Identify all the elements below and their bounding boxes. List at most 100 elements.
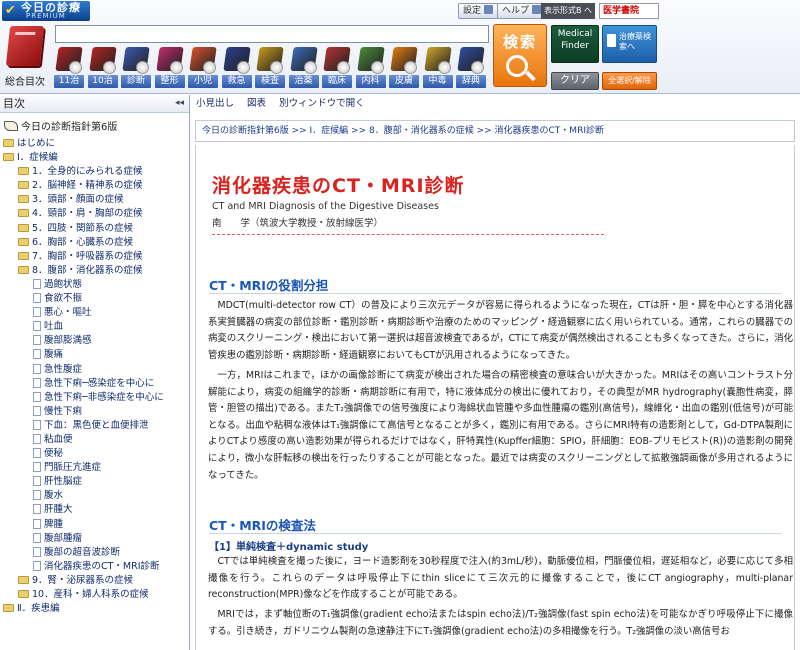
book-toggle[interactable]: 10治	[87, 47, 119, 89]
toc-folder[interactable]: 6．胸部・心臓系の症候	[0, 236, 189, 250]
book-toggle[interactable]: 11治	[54, 47, 85, 89]
toc-folder[interactable]: 1．全身的にみられる症候	[0, 165, 189, 179]
folder-icon	[3, 139, 14, 147]
search-button[interactable]: 検索	[493, 24, 547, 87]
toc-folder[interactable]: 10．産科・婦人科系の症候	[0, 588, 189, 602]
app-logo[interactable]: ✔ 今日の診療 PREMIUM	[2, 1, 90, 21]
toc-item-label: 肝腫大	[44, 504, 73, 516]
toc-folder[interactable]: Ⅰ．症候編	[0, 151, 189, 165]
logo-icon: ✔	[5, 3, 16, 18]
checkbox-icon	[437, 61, 451, 74]
toc-page[interactable]: 消化器疾患のCT・MRI診断	[0, 560, 189, 574]
toc-folder[interactable]: Ⅱ．疾患編	[0, 602, 189, 616]
checkbox-icon	[102, 61, 116, 74]
folder-icon	[18, 181, 29, 190]
checkbox-icon	[370, 61, 384, 74]
toc-page[interactable]: 食欲不振	[0, 292, 189, 306]
master-index-button[interactable]: 総合目次	[0, 26, 50, 90]
page-icon	[33, 377, 41, 388]
toc-folder[interactable]: はじめに	[0, 137, 189, 151]
settings-button[interactable]: 設定	[458, 3, 499, 19]
book-label: 内科	[355, 75, 386, 88]
book-toggle[interactable]: 中毒	[422, 47, 454, 89]
book-label: 救急	[221, 75, 252, 88]
toc-page[interactable]: 粘血便	[0, 433, 189, 447]
toc-item-label: 6．胸部・心臓系の症候	[32, 236, 134, 248]
collapse-sidebar-icon[interactable]: ◂◂	[175, 95, 184, 112]
toc-page[interactable]: 便秘	[0, 447, 189, 461]
settings-label: 設定	[463, 6, 482, 16]
logo-sub: PREMIUM	[26, 12, 66, 20]
book-toggle[interactable]: 皮膚	[389, 47, 420, 89]
section-divider	[209, 293, 781, 294]
finder-label-2: Finder	[561, 41, 589, 51]
help-button[interactable]: ヘルプ	[497, 3, 547, 19]
book-label: 検査	[255, 75, 285, 88]
breadcrumb[interactable]: 今日の診断指針第6版 >> Ⅰ．症候編 >> 8．腹部・消化器系の症候 >> 消…	[195, 120, 795, 142]
toc-page[interactable]: 慢性下痢	[0, 405, 189, 419]
toc-item-label: 1．全身的にみられる症候	[32, 166, 143, 178]
select-all-button[interactable]: 全選択/解除	[602, 72, 657, 90]
toc-folder[interactable]: 3．頭部・顔面の症候	[0, 193, 189, 207]
book-toggle[interactable]: 辞典	[456, 47, 487, 89]
toc-item-label: 3．頭部・顔面の症候	[32, 194, 124, 206]
toc-page[interactable]: 下血：黒色便と血便排泄	[0, 419, 189, 433]
toc-page[interactable]: 門脈圧亢進症	[0, 461, 189, 475]
figures-link[interactable]: 図表	[247, 98, 266, 109]
toc-page[interactable]: 吐血	[0, 320, 189, 334]
checkbox-icon	[337, 61, 350, 74]
toc-page[interactable]: 悪心・嘔吐	[0, 306, 189, 320]
paragraph: CTでは単純検査を撮った後に，ヨード造影剤を30秒程度で注入(約3mL/秒)，動…	[208, 556, 793, 601]
toc-folder[interactable]: 2．脳神経・精神系の症候	[0, 179, 189, 193]
book-toggle[interactable]: 検査	[255, 47, 286, 89]
medical-finder-button[interactable]: Medical Finder	[551, 25, 599, 63]
paragraph: MDCT(multi-detector row CT）の普及により三次元データが…	[208, 300, 793, 361]
toc-items: はじめに Ⅰ．症候編 1．全身的にみられる症候 2．脳神経・精神系の症候 3．頭部・顔面…	[0, 137, 189, 616]
book-toggle[interactable]: 整形	[154, 47, 186, 89]
toc-item-label: 悪心・嘔吐	[44, 307, 92, 319]
toc-page[interactable]: 過飽状態	[0, 278, 189, 292]
page-icon	[33, 307, 41, 318]
toc-folder[interactable]: 5．四肢・関節系の症候	[0, 222, 189, 236]
search-input[interactable]	[55, 25, 489, 43]
toc-page[interactable]: 急性下痢─感染症を中心に	[0, 377, 189, 391]
toc-item-label: 9．腎・泌尿器系の症候	[32, 574, 134, 586]
book-toggle[interactable]: 治薬	[288, 47, 320, 89]
book-toggle[interactable]: 診断	[121, 47, 152, 89]
book-label: 整形	[154, 75, 185, 88]
clear-button[interactable]: クリア	[551, 72, 599, 90]
toc-page[interactable]: 腹水	[0, 489, 189, 503]
checkbox-icon	[404, 61, 417, 74]
toc-page[interactable]: 脾腫	[0, 518, 189, 532]
toc-page[interactable]: 急性下痢─非感染症を中心に	[0, 391, 189, 405]
toc-item-label: 腹部膨満感	[44, 335, 92, 347]
toc-root[interactable]: 今日の診断指針第6版	[0, 119, 189, 137]
content-toolbar: 小見出し 図表 別ウィンドウで開く	[191, 95, 800, 115]
toc-page[interactable]: 腹部の超音波診断	[0, 546, 189, 560]
view-mode-button[interactable]: 表示形式B へ	[541, 3, 595, 19]
toc-page[interactable]: 肝腫大	[0, 503, 189, 517]
page-icon	[33, 321, 41, 332]
magnifier-handle	[525, 70, 536, 82]
drug-search-button[interactable]: 治療薬検索へ	[602, 25, 657, 63]
toc-page[interactable]: 急性腹症	[0, 363, 189, 377]
publisher-logo[interactable]: 医学書院	[599, 3, 659, 19]
toc-page[interactable]: 肝性脳症	[0, 475, 189, 489]
book-toggle[interactable]: 小児	[188, 47, 219, 89]
toc-folder[interactable]: 4．頸部・肩・胸部の症候	[0, 207, 189, 221]
book-selector: 11治 10治 診断 整形 小児 救急 検査 治薬 臨床 内科 皮膚 中毒 辞典	[54, 47, 490, 89]
book-label: 小児	[188, 75, 218, 88]
toc-item-label: 2．脳神経・精神系の症候	[32, 180, 143, 192]
book-toggle[interactable]: 内科	[355, 47, 387, 89]
toc-page[interactable]: 腹痛	[0, 348, 189, 362]
toc-page[interactable]: 腹部膨満感	[0, 334, 189, 348]
toc-page[interactable]: 腹部腫瘤	[0, 532, 189, 546]
headings-link[interactable]: 小見出し	[196, 98, 234, 109]
checkbox-icon	[303, 61, 317, 74]
toc-folder[interactable]: 9．腎・泌尿器系の症候	[0, 574, 189, 588]
book-toggle[interactable]: 臨床	[322, 47, 353, 89]
book-toggle[interactable]: 救急	[221, 47, 253, 89]
toc-folder[interactable]: 8．腹部・消化器系の症候	[0, 264, 189, 278]
toc-folder[interactable]: 7．胸部・呼吸器系の症候	[0, 250, 189, 264]
new-window-link[interactable]: 別ウィンドウで開く	[279, 98, 365, 109]
